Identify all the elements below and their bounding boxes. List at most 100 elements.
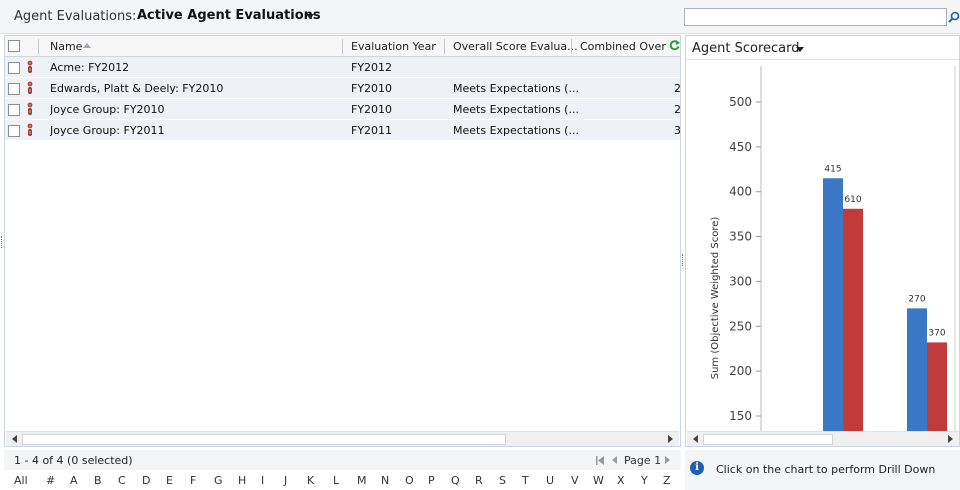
column-separator[interactable] xyxy=(444,39,445,54)
alphabet-filter-t[interactable]: T xyxy=(522,474,529,487)
alphabet-filter-a[interactable]: A xyxy=(70,474,78,487)
table-row[interactable]: Joyce Group: FY2011 FY2011 Meets Expecta… xyxy=(5,120,681,141)
alphabet-filter-f[interactable]: F xyxy=(190,474,196,487)
left-splitter-grip[interactable] xyxy=(1,236,3,248)
chart-horizontal-scrollbar[interactable] xyxy=(687,431,959,446)
pane-splitter-grip[interactable] xyxy=(682,254,684,266)
cell-name[interactable]: Joyce Group: FY2010 xyxy=(50,103,340,116)
y-axis-label: Sum (Objective Weighted Score) xyxy=(710,217,721,380)
view-selector[interactable]: Active Agent Evaluations xyxy=(137,8,321,23)
bar-data-label: 270 xyxy=(908,294,925,304)
column-header-combined-overall[interactable]: Combined Overa xyxy=(580,40,666,53)
column-separator xyxy=(38,39,39,54)
alphabet-filter-y[interactable]: Y xyxy=(641,474,648,487)
agent-scorecard-chart[interactable]: 150 200 250 300 350 400 450 500 Sum (Objective W… xyxy=(686,36,960,431)
alphabet-filter-d[interactable]: D xyxy=(142,474,150,487)
next-page-icon[interactable] xyxy=(665,456,670,464)
chart-bar xyxy=(823,178,843,431)
search-input[interactable] xyxy=(684,8,947,26)
scroll-left-icon[interactable] xyxy=(12,435,17,443)
y-tick-label: 300 xyxy=(729,274,752,288)
person-icon xyxy=(27,60,33,73)
grid-horizontal-scrollbar[interactable] xyxy=(6,431,679,446)
y-tick-label: 200 xyxy=(729,364,752,378)
row-checkbox[interactable] xyxy=(8,125,20,137)
cell-name[interactable]: Joyce Group: FY2011 xyxy=(50,124,340,137)
alphabet-filter-l[interactable]: L xyxy=(333,474,339,487)
cell-overall-score: Meets Expectations (... xyxy=(453,124,579,137)
scroll-right-icon[interactable] xyxy=(948,435,953,443)
alphabet-filter-q[interactable]: Q xyxy=(451,474,460,487)
alphabet-filter-h[interactable]: H xyxy=(238,474,246,487)
cell-combined-overall: 2 xyxy=(674,82,681,95)
alphabet-filter-n[interactable]: N xyxy=(381,474,389,487)
row-checkbox[interactable] xyxy=(8,62,20,74)
cell-evaluation-year: FY2012 xyxy=(351,61,393,74)
page-number: Page 1 xyxy=(624,454,662,467)
alphabet-filter-u[interactable]: U xyxy=(546,474,554,487)
column-header-name[interactable]: Name xyxy=(50,40,82,53)
y-tick-label: 250 xyxy=(729,319,752,333)
alphabet-filter-r[interactable]: R xyxy=(475,474,483,487)
grid-status-bar: 1 - 4 of 4 (0 selected) Page 1 xyxy=(4,450,681,470)
column-header-evaluation-year[interactable]: Evaluation Year xyxy=(351,40,436,53)
select-all-checkbox[interactable] xyxy=(8,40,20,52)
scrollbar-thumb[interactable] xyxy=(703,434,833,445)
column-header-overall-score[interactable]: Overall Score Evalua... xyxy=(453,40,578,53)
cell-evaluation-year: FY2010 xyxy=(351,103,393,116)
record-count: 1 - 4 of 4 (0 selected) xyxy=(14,454,133,467)
table-row[interactable]: Acme: FY2012 FY2012 xyxy=(5,57,680,78)
cell-combined-overall: 2 xyxy=(674,103,681,116)
alphabet-filter-z[interactable]: Z xyxy=(663,474,671,487)
view-header: Agent Evaluations: Active Agent Evaluati… xyxy=(0,0,960,34)
alphabet-filter-p[interactable]: P xyxy=(428,474,435,487)
y-tick-label: 400 xyxy=(729,185,752,199)
chart-pane: Agent Scorecard 150 200 250 300 350 400 450 500… xyxy=(685,35,960,447)
alphabet-filter-number[interactable]: # xyxy=(46,474,55,487)
chart-bar xyxy=(927,342,947,431)
scrollbar-thumb[interactable] xyxy=(22,434,506,445)
column-separator[interactable] xyxy=(571,39,572,54)
y-tick-label: 350 xyxy=(729,230,752,244)
alphabet-filter-m[interactable]: M xyxy=(357,474,367,487)
cell-name[interactable]: Acme: FY2012 xyxy=(50,61,340,74)
alphabet-filter-all[interactable]: All xyxy=(14,474,28,487)
person-icon xyxy=(27,123,33,136)
alphabet-filter-b[interactable]: B xyxy=(94,474,102,487)
cell-overall-score: Meets Expectations (... xyxy=(453,82,579,95)
alphabet-filter-g[interactable]: G xyxy=(214,474,223,487)
drill-down-hint: Click on the chart to perform Drill Down xyxy=(716,463,936,476)
alphabet-filter-v[interactable]: V xyxy=(571,474,579,487)
alphabet-filter-e[interactable]: E xyxy=(166,474,173,487)
alphabet-filter-w[interactable]: W xyxy=(593,474,604,487)
chart-info-bar: i Click on the chart to perform Drill Do… xyxy=(685,450,960,490)
alphabet-filter-j[interactable]: J xyxy=(284,474,287,487)
first-page-icon[interactable] xyxy=(596,456,605,465)
previous-page-icon[interactable] xyxy=(612,456,617,464)
view-label: Agent Evaluations: xyxy=(14,9,137,24)
chart-bar xyxy=(907,308,927,431)
grid-header-row: Name Evaluation Year Overall Score Evalu… xyxy=(5,36,680,57)
person-icon xyxy=(27,102,33,115)
alphabet-filter-c[interactable]: C xyxy=(118,474,126,487)
scroll-left-icon[interactable] xyxy=(693,435,698,443)
y-tick-label: 150 xyxy=(729,409,752,423)
cell-evaluation-year: FY2010 xyxy=(351,82,393,95)
table-row[interactable]: Joyce Group: FY2010 FY2010 Meets Expecta… xyxy=(5,99,681,120)
alphabet-filter-bar: All # A B C D E F G H I J K L M N O P Q R S T U V W X Y Z xyxy=(4,472,681,490)
search-icon[interactable] xyxy=(948,8,960,26)
view-selector-chevron-down-icon[interactable] xyxy=(306,14,314,19)
row-checkbox[interactable] xyxy=(8,104,20,116)
refresh-icon[interactable] xyxy=(669,39,680,51)
scroll-right-icon[interactable] xyxy=(668,435,673,443)
alphabet-filter-x[interactable]: X xyxy=(617,474,625,487)
cell-name[interactable]: Edwards, Platt & Deely: FY2010 xyxy=(50,82,340,95)
column-separator[interactable] xyxy=(342,39,343,54)
alphabet-filter-k[interactable]: K xyxy=(307,474,314,487)
table-row[interactable]: Edwards, Platt & Deely: FY2010 FY2010 Me… xyxy=(5,78,681,99)
person-icon xyxy=(27,81,33,94)
alphabet-filter-i[interactable]: I xyxy=(261,474,264,487)
alphabet-filter-o[interactable]: O xyxy=(405,474,414,487)
alphabet-filter-s[interactable]: S xyxy=(499,474,506,487)
row-checkbox[interactable] xyxy=(8,83,20,95)
